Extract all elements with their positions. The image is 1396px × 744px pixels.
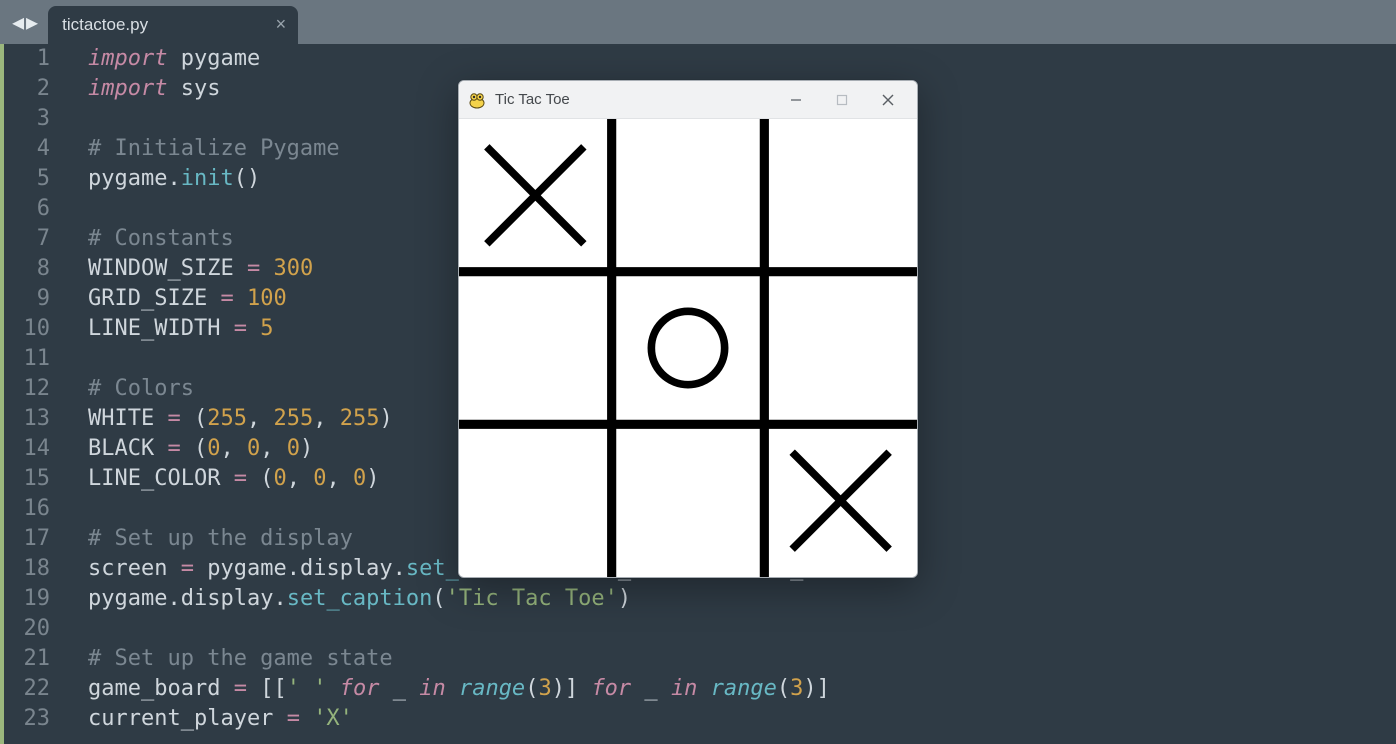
game-title: Tic Tac Toe xyxy=(495,91,570,108)
close-window-button[interactable] xyxy=(865,81,911,119)
game-board[interactable] xyxy=(459,119,917,577)
code-content xyxy=(64,614,1396,644)
line-number: 10 xyxy=(4,314,64,344)
line-number: 5 xyxy=(4,164,64,194)
line-number: 8 xyxy=(4,254,64,284)
line-number: 6 xyxy=(4,194,64,224)
line-number: 20 xyxy=(4,614,64,644)
code-content: pygame.display.set_caption('Tic Tac Toe'… xyxy=(64,584,1396,614)
line-number: 19 xyxy=(4,584,64,614)
code-content: # Set up the game state xyxy=(64,644,1396,674)
code-line[interactable]: 23current_player = 'X' xyxy=(4,704,1396,734)
tab-bar: ◀ ▶ tictactoe.py × xyxy=(0,0,1396,44)
nav-left-icon[interactable]: ◀ xyxy=(12,10,24,34)
code-line[interactable]: 20 xyxy=(4,614,1396,644)
line-number: 4 xyxy=(4,134,64,164)
line-number: 7 xyxy=(4,224,64,254)
code-content: current_player = 'X' xyxy=(64,704,1396,734)
line-number: 17 xyxy=(4,524,64,554)
line-number: 9 xyxy=(4,284,64,314)
line-number: 21 xyxy=(4,644,64,674)
maximize-button[interactable] xyxy=(819,81,865,119)
game-window[interactable]: Tic Tac Toe xyxy=(458,80,918,578)
nav-right-icon[interactable]: ▶ xyxy=(26,10,38,34)
line-number: 13 xyxy=(4,404,64,434)
code-line[interactable]: 1import pygame xyxy=(4,44,1396,74)
pygame-icon xyxy=(467,90,487,110)
line-number: 11 xyxy=(4,344,64,374)
tab-nav-arrows: ◀ ▶ xyxy=(6,0,44,44)
line-number: 16 xyxy=(4,494,64,524)
editor-pane: 1import pygame2import sys34# Initialize … xyxy=(0,44,1396,744)
line-number: 23 xyxy=(4,704,64,734)
line-number: 12 xyxy=(4,374,64,404)
line-number: 14 xyxy=(4,434,64,464)
line-number: 22 xyxy=(4,674,64,704)
game-titlebar[interactable]: Tic Tac Toe xyxy=(459,81,917,119)
close-icon[interactable]: × xyxy=(276,14,287,35)
line-number: 2 xyxy=(4,74,64,104)
line-number: 18 xyxy=(4,554,64,584)
code-content: game_board = [[' ' for _ in range(3)] fo… xyxy=(64,674,1396,704)
code-content: import pygame xyxy=(64,44,1396,74)
line-number: 3 xyxy=(4,104,64,134)
file-tab[interactable]: tictactoe.py × xyxy=(48,6,298,44)
line-number: 1 xyxy=(4,44,64,74)
code-line[interactable]: 21# Set up the game state xyxy=(4,644,1396,674)
minimize-button[interactable] xyxy=(773,81,819,119)
file-tab-label: tictactoe.py xyxy=(62,15,148,35)
code-line[interactable]: 22game_board = [[' ' for _ in range(3)] … xyxy=(4,674,1396,704)
code-line[interactable]: 19pygame.display.set_caption('Tic Tac To… xyxy=(4,584,1396,614)
line-number: 15 xyxy=(4,464,64,494)
